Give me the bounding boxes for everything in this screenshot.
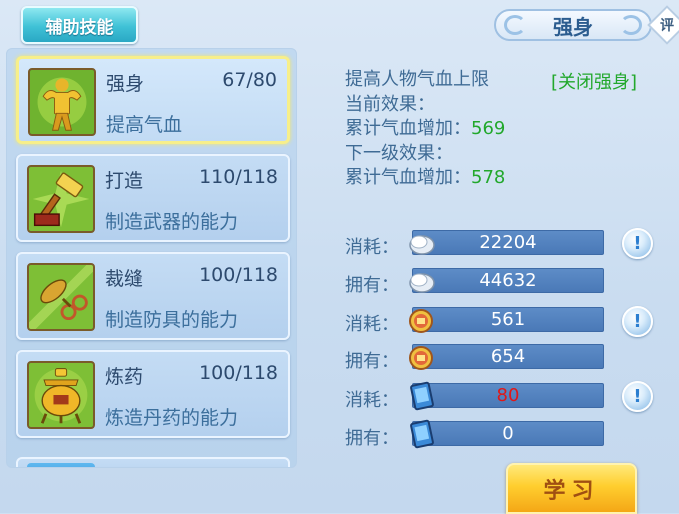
energy-card-icon <box>406 381 436 411</box>
page-title: 强身 <box>553 14 593 39</box>
cost-label: 消耗： <box>345 390 399 411</box>
cost-value: 22204 <box>479 232 537 253</box>
own-value: 44632 <box>479 270 537 291</box>
title-plate: 强身 <box>494 9 652 41</box>
current-effect-value: 569 <box>471 118 506 139</box>
swirl-left-ornament <box>504 15 526 35</box>
swirl-right-ornament <box>620 15 642 35</box>
own-bar-contribution: 654 <box>412 344 604 369</box>
info-button[interactable]: ! <box>622 306 653 337</box>
hammer-icon <box>27 165 95 233</box>
current-effect-row: 累计气血增加：569 <box>345 118 506 139</box>
skill-card-strong-body[interactable]: 强身 67/80 提高气血 <box>16 56 290 144</box>
skill-desc: 制造防具的能力 <box>105 309 239 331</box>
skill-level: 100/118 <box>199 362 278 384</box>
skill-card-tailoring[interactable]: 裁缝 100/118 制造防具的能力 <box>16 252 290 340</box>
tab-auxiliary-skills[interactable]: 辅助技能 <box>21 6 138 44</box>
skill-level: 100/118 <box>199 264 278 286</box>
skill-card-alchemy[interactable]: 炼药 100/118 炼造丹药的能力 <box>16 350 290 438</box>
rate-label[interactable]: 评 <box>656 13 678 37</box>
contribution-token-icon <box>406 342 436 372</box>
cost-value: 80 <box>496 385 520 406</box>
own-value: 0 <box>502 423 514 444</box>
silver-coin-icon <box>406 228 436 258</box>
cost-label: 消耗： <box>345 314 399 335</box>
cauldron-icon <box>27 361 95 429</box>
info-button[interactable]: ! <box>622 381 653 412</box>
skill-name: 裁缝 <box>105 268 144 290</box>
skill-list[interactable]: 强身 67/80 提高气血 打造 110/118 制造武器的能力 裁缝 100/… <box>6 48 297 468</box>
own-value: 654 <box>490 346 526 367</box>
energy-card-icon <box>406 419 436 449</box>
skill-desc: 提高气血 <box>106 114 183 136</box>
skill-desc: 炼造丹药的能力 <box>105 407 239 429</box>
skill-name: 打造 <box>105 170 144 192</box>
skill-desc: 制造武器的能力 <box>105 211 239 233</box>
silver-coin-icon <box>406 266 436 296</box>
own-bar-energy: 0 <box>412 421 604 446</box>
contribution-token-icon <box>406 305 436 335</box>
cost-bar-silver-spend: 22204 <box>412 230 604 255</box>
info-button[interactable]: ! <box>622 228 653 259</box>
cost-label: 消耗： <box>345 237 399 258</box>
learn-button[interactable]: 学习 <box>506 463 637 514</box>
next-effect-row: 累计气血增加：578 <box>345 167 506 188</box>
own-label: 拥有： <box>345 351 399 372</box>
close-skill-link[interactable]: [关闭强身] <box>551 68 637 94</box>
cost-bar-energy-spend: 80 <box>412 383 604 408</box>
cost-value: 561 <box>490 309 526 330</box>
skill-icon-partial <box>27 463 95 467</box>
own-label: 拥有： <box>345 275 399 296</box>
skill-card-forging[interactable]: 打造 110/118 制造武器的能力 <box>16 154 290 242</box>
skill-level: 110/118 <box>199 166 278 188</box>
next-effect-label: 下一级效果： <box>345 142 453 164</box>
cost-bar-contribution-spend: 561 <box>412 307 604 332</box>
skill-card-partial[interactable] <box>16 457 290 467</box>
next-effect-value: 578 <box>471 167 506 188</box>
own-bar-silver: 44632 <box>412 268 604 293</box>
scissors-icon <box>27 263 95 331</box>
skill-name: 强身 <box>106 73 145 95</box>
skill-name: 炼药 <box>105 366 144 388</box>
current-effect-label: 当前效果： <box>345 93 435 115</box>
strong-body-icon <box>28 68 96 136</box>
own-label: 拥有： <box>345 428 399 449</box>
skill-level: 67/80 <box>222 69 277 91</box>
